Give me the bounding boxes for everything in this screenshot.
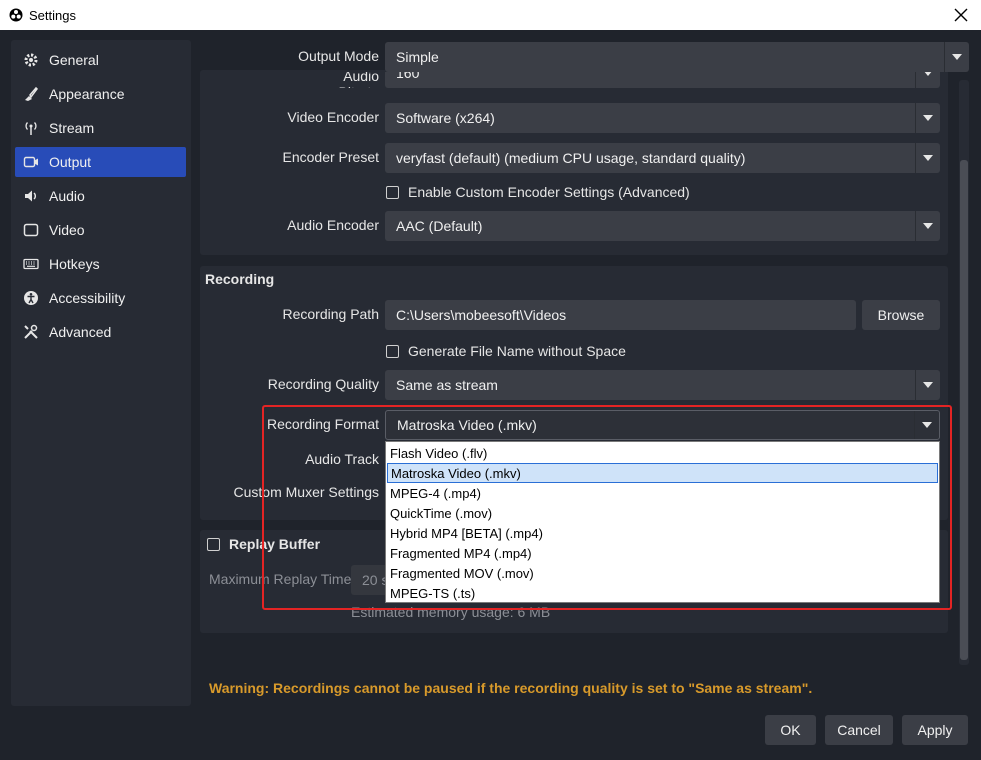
sidebar-item-general[interactable]: General — [15, 45, 186, 75]
monitor-icon — [23, 222, 39, 238]
title-bar: Settings — [0, 0, 981, 30]
browse-button[interactable]: Browse — [862, 300, 940, 330]
recording-heading: Recording — [205, 271, 275, 287]
ok-button[interactable]: OK — [765, 715, 816, 745]
close-icon — [954, 8, 968, 22]
sidebar-item-video[interactable]: Video — [15, 215, 186, 245]
sidebar-item-label: Video — [49, 222, 85, 238]
recording-path-label: Recording Path — [282, 306, 379, 322]
sidebar-item-advanced[interactable]: Advanced — [15, 317, 186, 347]
checkbox-box[interactable] — [386, 344, 399, 358]
encoder-preset-label: Encoder Preset — [282, 149, 380, 165]
sidebar-item-audio[interactable]: Audio — [15, 181, 186, 211]
no-space-checkbox[interactable]: Generate File Name without Space — [386, 343, 626, 359]
chevron-down-icon — [915, 211, 940, 241]
sidebar-item-label: Output — [49, 154, 92, 170]
audio-bitrate-select[interactable]: 160 — [385, 72, 940, 88]
brush-icon — [23, 86, 39, 102]
antenna-icon — [23, 120, 39, 136]
audio-bitrate-label: Audio Bitrate — [339, 72, 379, 88]
encoder-preset-value: veryfast (default) (medium CPU usage, st… — [396, 150, 746, 166]
sidebar-item-label: Stream — [49, 120, 95, 136]
audio-encoder-label: Audio Encoder — [287, 217, 379, 233]
audio-encoder-select[interactable]: AAC (Default) — [385, 211, 940, 241]
sidebar-item-stream[interactable]: Stream — [15, 113, 186, 143]
obs-logo-icon — [9, 8, 23, 22]
sidebar-item-label: Advanced — [49, 324, 112, 340]
sidebar-item-label: Hotkeys — [49, 256, 100, 272]
audio-bitrate-value: 160 — [396, 72, 420, 81]
output-icon — [23, 154, 39, 170]
accessibility-icon — [23, 290, 39, 306]
sidebar-item-label: Audio — [49, 188, 85, 204]
output-mode-value: Simple — [396, 49, 439, 65]
recording-quality-select[interactable]: Same as stream — [385, 370, 940, 400]
cancel-button[interactable]: Cancel — [825, 715, 893, 745]
close-button[interactable] — [949, 3, 973, 27]
output-mode-label: Output Mode — [298, 48, 379, 64]
chevron-down-icon — [915, 72, 940, 88]
sidebar-item-output[interactable]: Output — [15, 147, 186, 177]
recording-quality-label: Recording Quality — [267, 376, 379, 392]
custom-encoder-checkbox[interactable]: Enable Custom Encoder Settings (Advanced… — [386, 184, 690, 200]
chevron-down-icon — [915, 370, 940, 400]
output-mode-select[interactable]: Simple — [385, 42, 969, 72]
warning-text: Warning: Recordings cannot be paused if … — [209, 680, 813, 696]
sidebar-item-label: General — [49, 52, 99, 68]
video-encoder-value: Software (x264) — [396, 110, 495, 126]
highlight-annotation — [262, 405, 952, 610]
recording-quality-value: Same as stream — [396, 377, 498, 393]
no-space-label: Generate File Name without Space — [408, 343, 626, 359]
checkbox-box[interactable] — [207, 537, 220, 551]
scrollbar-thumb[interactable] — [960, 160, 968, 660]
gear-icon — [23, 52, 39, 68]
tools-icon — [23, 324, 39, 340]
video-encoder-label: Video Encoder — [287, 109, 379, 125]
recording-path-value: C:\Users\mobeesoft\Videos — [396, 307, 567, 323]
recording-path-input[interactable]: C:\Users\mobeesoft\Videos — [385, 300, 856, 330]
audio-encoder-value: AAC (Default) — [396, 218, 483, 234]
settings-sidebar: General Appearance Stream Output Audio V… — [11, 40, 191, 706]
audio-bitrate-row: Audio Bitrate 160 — [200, 72, 948, 88]
encoder-preset-select[interactable]: veryfast (default) (medium CPU usage, st… — [385, 143, 940, 173]
video-encoder-select[interactable]: Software (x264) — [385, 103, 940, 133]
keyboard-icon — [23, 256, 39, 272]
chevron-down-icon — [915, 143, 940, 173]
custom-encoder-label: Enable Custom Encoder Settings (Advanced… — [408, 184, 690, 200]
chevron-down-icon — [944, 42, 969, 72]
sidebar-item-hotkeys[interactable]: Hotkeys — [15, 249, 186, 279]
sidebar-item-appearance[interactable]: Appearance — [15, 79, 186, 109]
speaker-icon — [23, 188, 39, 204]
checkbox-box[interactable] — [386, 185, 399, 199]
window-title: Settings — [29, 7, 76, 23]
sidebar-item-accessibility[interactable]: Accessibility — [15, 283, 186, 313]
sidebar-item-label: Accessibility — [49, 290, 126, 306]
chevron-down-icon — [915, 103, 940, 133]
apply-button[interactable]: Apply — [902, 715, 968, 745]
sidebar-item-label: Appearance — [49, 86, 125, 102]
